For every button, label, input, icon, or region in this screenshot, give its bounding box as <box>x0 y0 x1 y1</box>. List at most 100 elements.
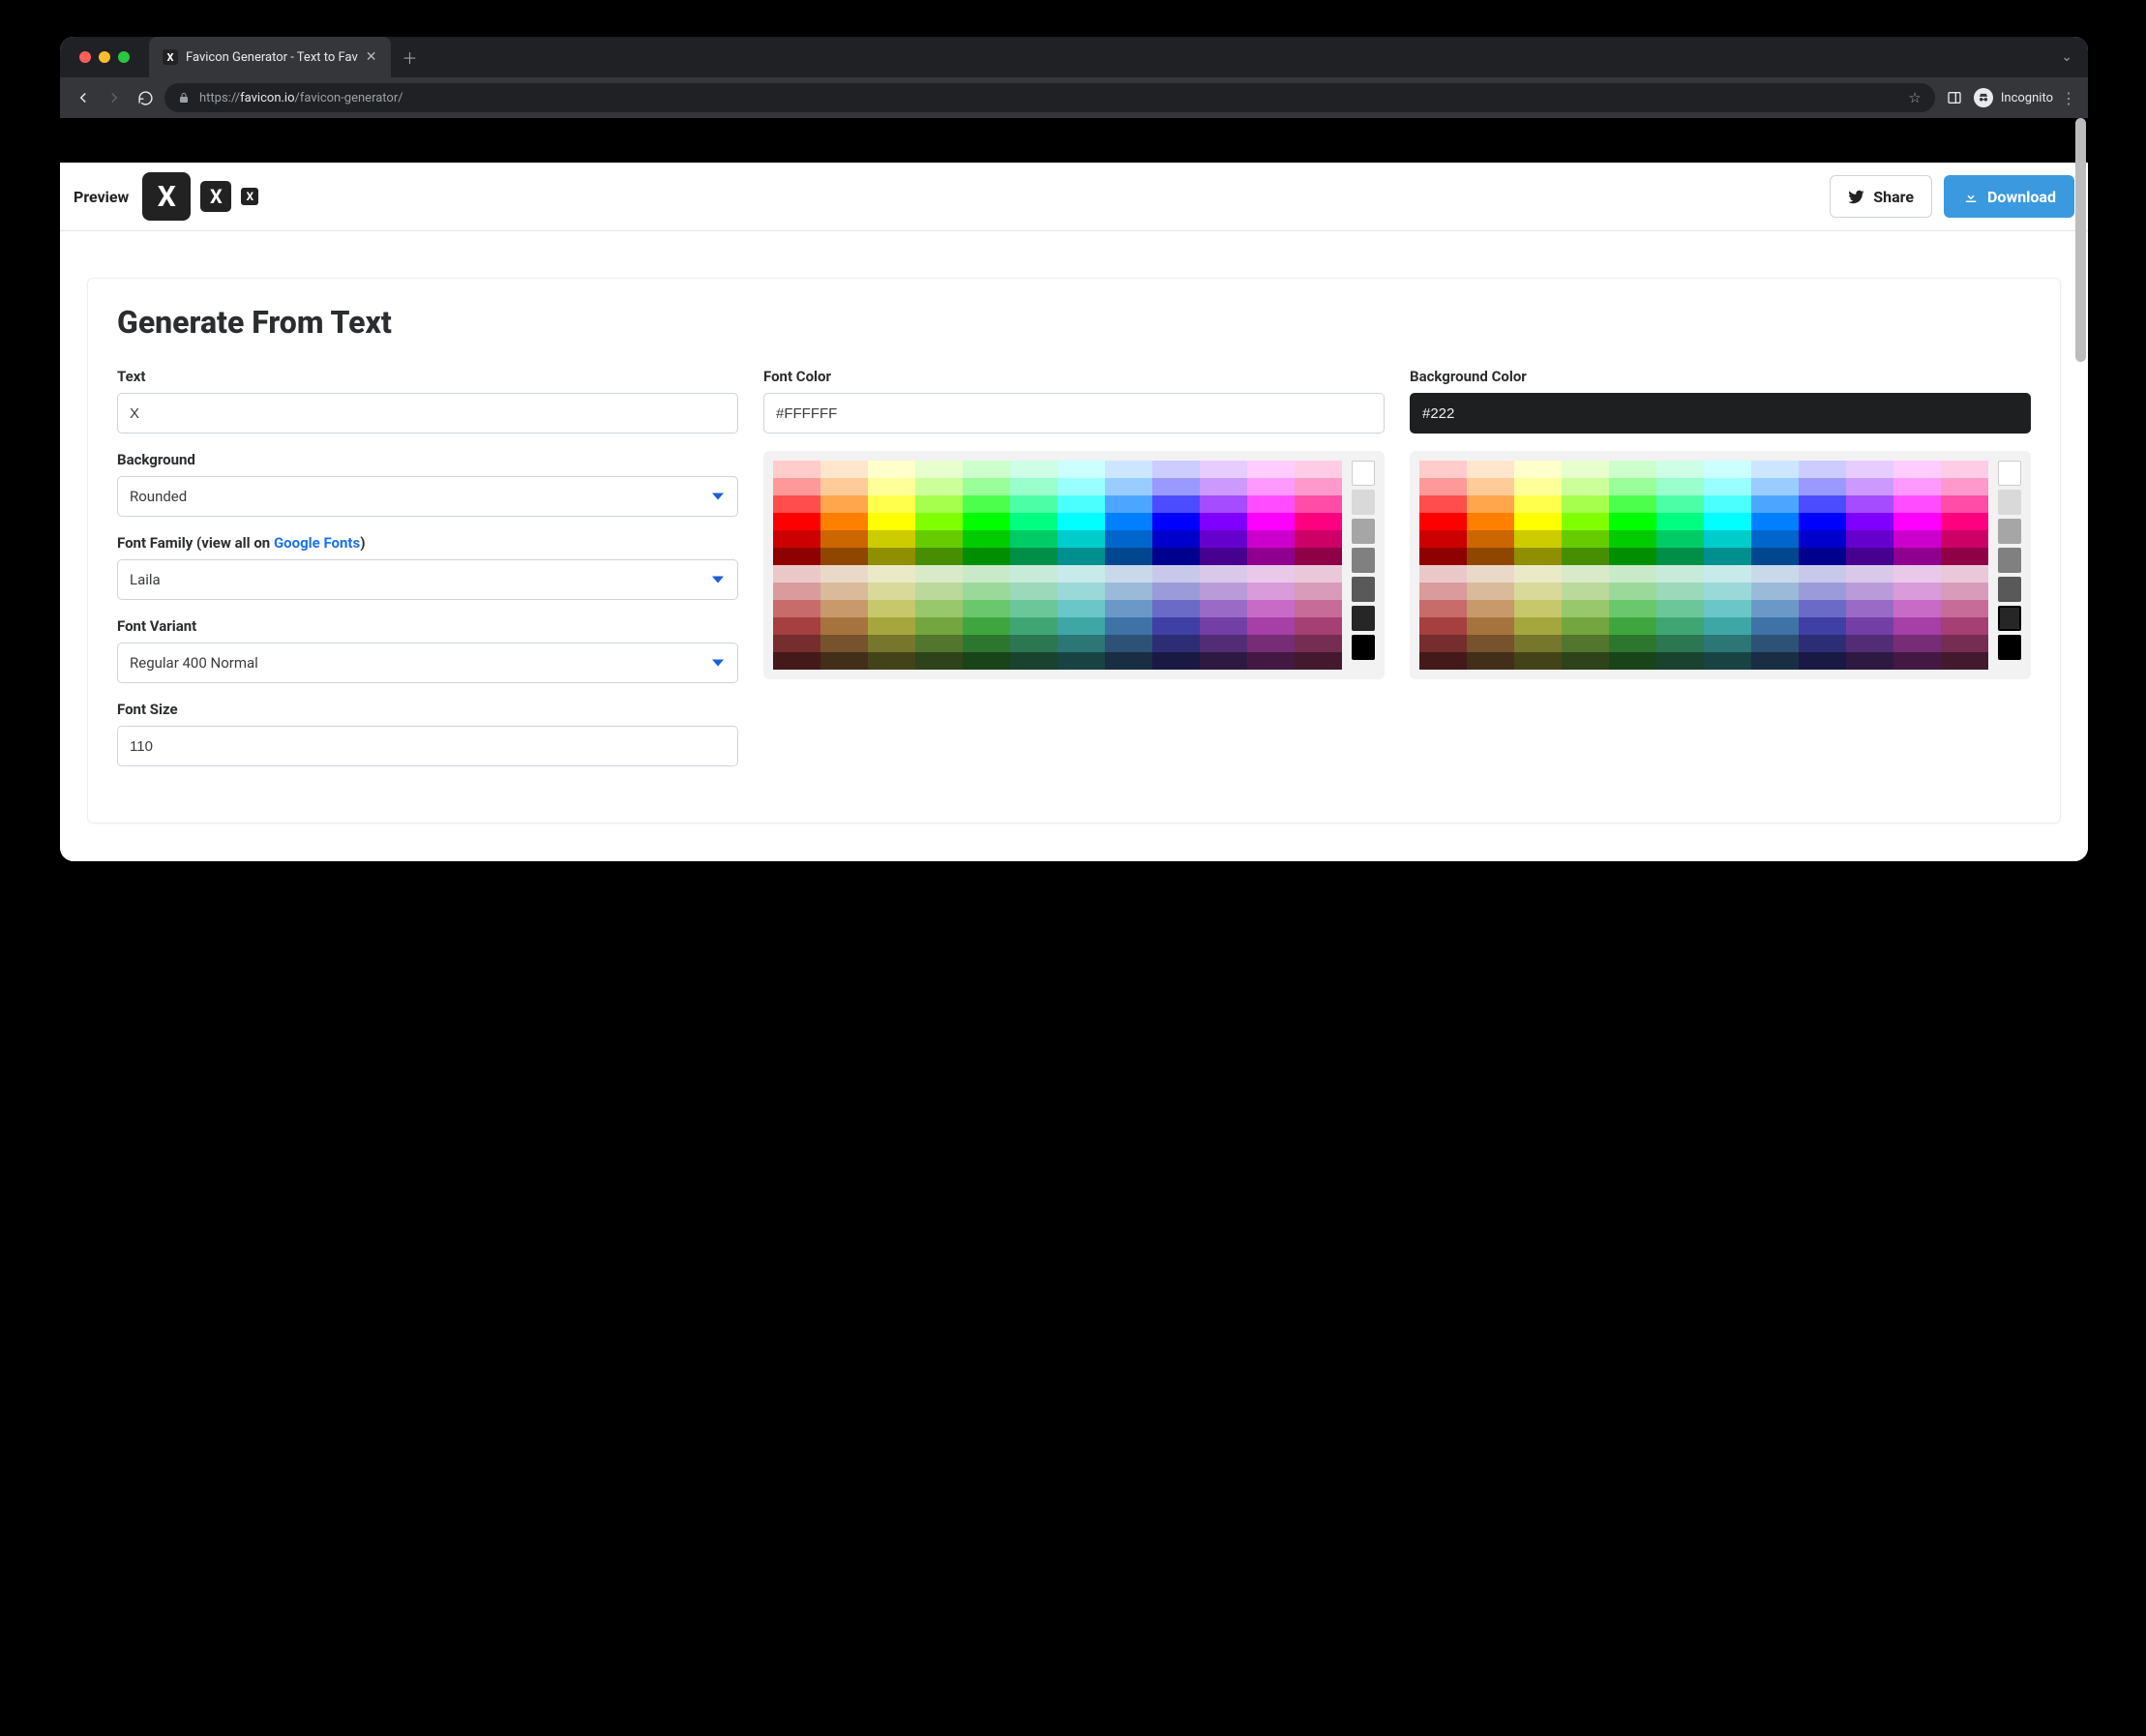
color-swatch[interactable] <box>915 478 963 495</box>
color-swatch[interactable] <box>1751 617 1799 635</box>
color-swatch[interactable] <box>868 617 915 635</box>
gray-swatch[interactable] <box>1352 606 1375 631</box>
color-swatch[interactable] <box>1751 565 1799 583</box>
color-swatch[interactable] <box>1467 583 1514 600</box>
color-swatch[interactable] <box>1105 548 1152 565</box>
color-swatch[interactable] <box>963 635 1010 652</box>
gray-swatch[interactable] <box>1352 461 1375 486</box>
color-swatch[interactable] <box>1799 565 1846 583</box>
color-swatch[interactable] <box>1200 652 1247 670</box>
color-swatch[interactable] <box>1010 600 1058 617</box>
color-swatch[interactable] <box>1609 617 1656 635</box>
color-swatch[interactable] <box>1467 478 1514 495</box>
color-swatch[interactable] <box>1751 652 1799 670</box>
color-swatch[interactable] <box>1799 461 1846 478</box>
color-swatch[interactable] <box>1941 513 1988 530</box>
color-swatch[interactable] <box>1200 530 1247 548</box>
color-swatch[interactable] <box>1656 513 1704 530</box>
color-swatch[interactable] <box>1295 530 1342 548</box>
gray-swatch[interactable] <box>1352 577 1375 602</box>
color-swatch[interactable] <box>1704 617 1751 635</box>
color-swatch[interactable] <box>1200 583 1247 600</box>
fontcolor-input[interactable] <box>763 393 1385 434</box>
color-swatch[interactable] <box>1799 617 1846 635</box>
color-swatch[interactable] <box>1704 478 1751 495</box>
color-swatch[interactable] <box>1799 600 1846 617</box>
color-swatch[interactable] <box>1514 600 1562 617</box>
color-swatch[interactable] <box>1846 530 1893 548</box>
color-swatch[interactable] <box>1562 600 1609 617</box>
color-swatch[interactable] <box>1941 617 1988 635</box>
color-swatch[interactable] <box>868 565 915 583</box>
gray-swatch[interactable] <box>1998 461 2021 486</box>
color-swatch[interactable] <box>1058 565 1105 583</box>
gray-swatch[interactable] <box>1352 519 1375 544</box>
color-swatch[interactable] <box>1893 548 1941 565</box>
gray-swatch[interactable] <box>1998 490 2021 515</box>
bgcolor-gray-column[interactable] <box>1998 461 2021 670</box>
color-swatch[interactable] <box>1846 495 1893 513</box>
color-swatch[interactable] <box>820 478 868 495</box>
color-swatch[interactable] <box>963 461 1010 478</box>
gray-swatch[interactable] <box>1998 635 2021 660</box>
color-swatch[interactable] <box>820 652 868 670</box>
color-swatch[interactable] <box>1846 617 1893 635</box>
color-swatch[interactable] <box>1514 513 1562 530</box>
color-swatch[interactable] <box>1609 652 1656 670</box>
color-swatch[interactable] <box>1200 495 1247 513</box>
color-swatch[interactable] <box>1656 583 1704 600</box>
color-swatch[interactable] <box>1941 478 1988 495</box>
download-button[interactable]: Download <box>1944 175 2074 218</box>
color-swatch[interactable] <box>1058 513 1105 530</box>
color-swatch[interactable] <box>1152 583 1200 600</box>
color-swatch[interactable] <box>1247 652 1295 670</box>
color-swatch[interactable] <box>820 530 868 548</box>
color-swatch[interactable] <box>1846 635 1893 652</box>
color-swatch[interactable] <box>915 617 963 635</box>
color-swatch[interactable] <box>1295 583 1342 600</box>
color-swatch[interactable] <box>1105 495 1152 513</box>
color-swatch[interactable] <box>1152 513 1200 530</box>
color-swatch[interactable] <box>1010 548 1058 565</box>
color-swatch[interactable] <box>1247 548 1295 565</box>
forward-button[interactable] <box>103 86 126 109</box>
color-swatch[interactable] <box>1941 461 1988 478</box>
color-swatch[interactable] <box>1656 461 1704 478</box>
color-swatch[interactable] <box>1893 530 1941 548</box>
color-swatch[interactable] <box>773 600 820 617</box>
color-swatch[interactable] <box>1152 565 1200 583</box>
bgcolor-hue-grid[interactable] <box>1419 461 1988 670</box>
color-swatch[interactable] <box>1467 548 1514 565</box>
color-swatch[interactable] <box>915 635 963 652</box>
color-swatch[interactable] <box>1058 495 1105 513</box>
gray-swatch[interactable] <box>1352 490 1375 515</box>
color-swatch[interactable] <box>1058 652 1105 670</box>
color-swatch[interactable] <box>1419 495 1467 513</box>
color-swatch[interactable] <box>820 600 868 617</box>
color-swatch[interactable] <box>868 495 915 513</box>
color-swatch[interactable] <box>963 652 1010 670</box>
color-swatch[interactable] <box>1058 461 1105 478</box>
color-swatch[interactable] <box>1105 565 1152 583</box>
color-swatch[interactable] <box>1058 600 1105 617</box>
color-swatch[interactable] <box>915 530 963 548</box>
color-swatch[interactable] <box>963 495 1010 513</box>
fontfamily-select[interactable]: Laila <box>117 559 738 600</box>
color-swatch[interactable] <box>1609 478 1656 495</box>
color-swatch[interactable] <box>1295 495 1342 513</box>
color-swatch[interactable] <box>1247 600 1295 617</box>
color-swatch[interactable] <box>820 548 868 565</box>
color-swatch[interactable] <box>1419 617 1467 635</box>
color-swatch[interactable] <box>963 600 1010 617</box>
text-input[interactable] <box>117 393 738 434</box>
color-swatch[interactable] <box>1751 548 1799 565</box>
color-swatch[interactable] <box>1467 513 1514 530</box>
color-swatch[interactable] <box>773 495 820 513</box>
color-swatch[interactable] <box>1562 652 1609 670</box>
back-button[interactable] <box>72 86 95 109</box>
color-swatch[interactable] <box>1799 652 1846 670</box>
color-swatch[interactable] <box>1941 530 1988 548</box>
color-swatch[interactable] <box>963 478 1010 495</box>
color-swatch[interactable] <box>1058 530 1105 548</box>
color-swatch[interactable] <box>1846 583 1893 600</box>
